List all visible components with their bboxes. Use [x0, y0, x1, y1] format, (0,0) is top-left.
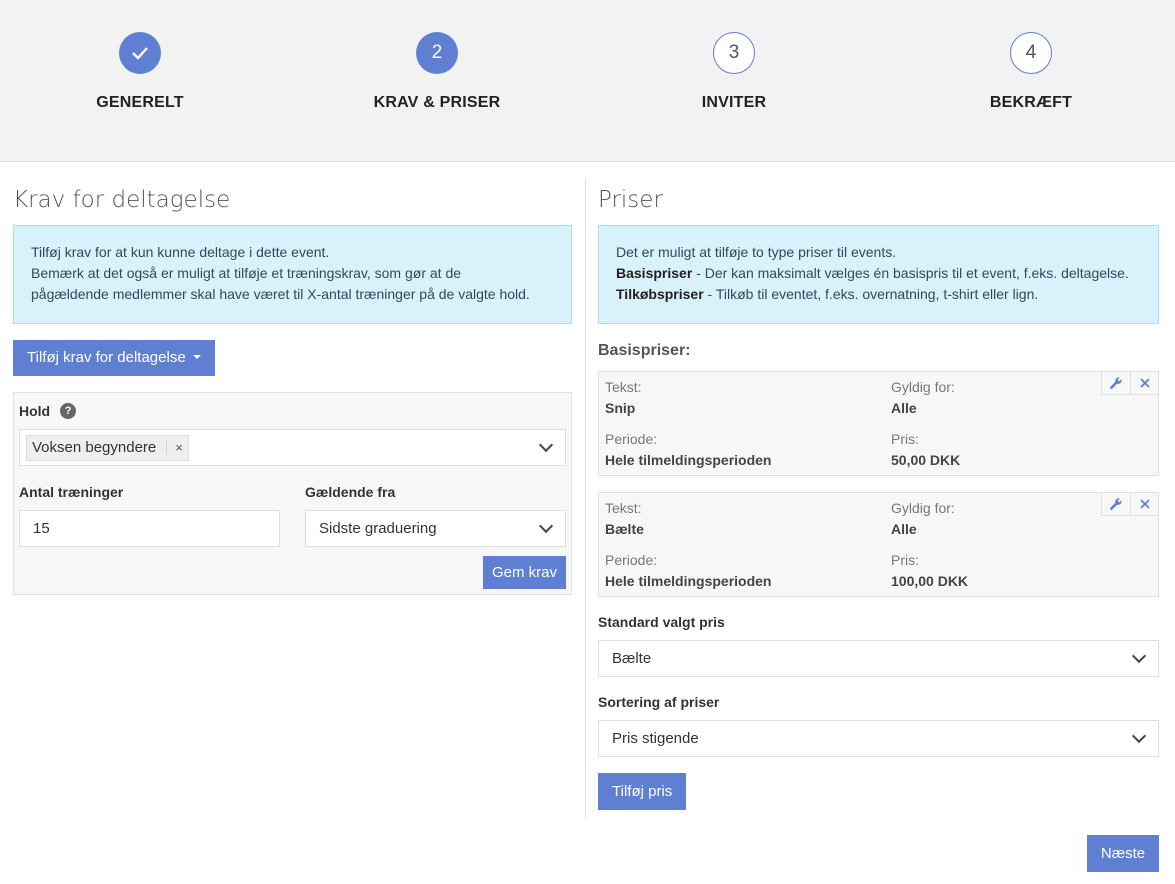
info-text: - Tilkøb til eventet, f.eks. overnatning…: [703, 286, 1039, 302]
chevron-down-icon: [538, 437, 554, 453]
requirement-form: Hold ? Voksen begyndere × Antal træninge…: [13, 392, 572, 595]
period-label: Periode:: [605, 431, 658, 447]
wrench-icon[interactable]: [1102, 372, 1130, 394]
hold-tag-label: Voksen begyndere: [32, 439, 157, 456]
step-label: INVITER: [701, 94, 767, 111]
price-value: 100,00 DKK: [891, 573, 969, 589]
step-2-marker: 2: [416, 32, 458, 74]
hold-tag: Voksen begyndere ×: [26, 434, 189, 461]
price-card: Tekst: Bælte Gyldig for: Alle Periode: H…: [598, 492, 1159, 597]
price-value: 50,00 DKK: [891, 452, 961, 468]
info-text: - Der kan maksimalt vælges én basispris …: [692, 265, 1129, 281]
trainings-label: Antal træninger: [19, 484, 124, 500]
step-inviter[interactable]: 3 INVITER: [634, 32, 834, 112]
sort-prices-label: Sortering af priser: [598, 694, 720, 710]
add-requirement-label: Tilføj krav for deltagelse: [27, 349, 186, 366]
valid-from-select[interactable]: Sidste graduering: [305, 510, 566, 547]
close-icon[interactable]: [1130, 493, 1158, 515]
column-divider: [585, 178, 586, 818]
save-requirement-button[interactable]: Gem krav: [482, 556, 566, 589]
sort-prices-select[interactable]: Pris stigende: [598, 720, 1159, 757]
requirements-info-box: Tilføj krav for at kun kunne deltage i d…: [13, 225, 572, 324]
info-line: Bemærk at det også er muligt at tilføje …: [31, 265, 462, 281]
help-icon[interactable]: ?: [60, 403, 77, 419]
info-line: Det er muligt at tilføje to type priser …: [616, 244, 897, 260]
price-card: Tekst: Snip Gyldig for: Alle Periode: He…: [598, 371, 1159, 476]
text-value: Snip: [605, 400, 636, 416]
tag-remove-icon[interactable]: ×: [166, 440, 183, 455]
check-icon: [132, 47, 148, 60]
price-label: Pris:: [891, 431, 919, 447]
sort-prices-value: Pris stigende: [612, 730, 699, 747]
add-price-button[interactable]: Tilføj pris: [598, 773, 687, 810]
prices-info-box: Det er muligt at tilføje to type priser …: [598, 225, 1159, 324]
step-3-marker: 3: [713, 32, 755, 74]
step-bekraeft[interactable]: 4 BEKRÆFT: [931, 32, 1131, 112]
default-price-select[interactable]: Bælte: [598, 640, 1159, 677]
period-value: Hele tilmeldingsperioden: [605, 573, 772, 589]
info-bold: Basispriser: [616, 265, 693, 281]
step-1-marker: [119, 32, 161, 74]
info-line: Tilføj krav for at kun kunne deltage i d…: [31, 244, 330, 260]
default-price-label: Standard valgt pris: [598, 614, 725, 630]
valid-from-value: Sidste graduering: [319, 520, 437, 537]
base-prices-heading: Basispriser:: [598, 342, 691, 359]
text-label: Tekst:: [605, 379, 642, 395]
chevron-down-icon: [538, 518, 554, 534]
info-line: Tilkøbspriser - Tilkøb til eventet, f.ek…: [616, 284, 1141, 305]
caret-down-icon: [192, 355, 201, 359]
default-price-value: Bælte: [612, 650, 652, 667]
prices-section: Priser Det er muligt at tilføje to type …: [598, 185, 1159, 810]
prices-title: Priser: [598, 187, 663, 213]
step-krav-priser[interactable]: 2 KRAV & PRISER: [337, 32, 537, 112]
valid-from-label: Gældende fra: [305, 484, 396, 500]
price-label: Pris:: [891, 552, 919, 568]
chevron-down-icon: [1131, 648, 1147, 664]
close-icon[interactable]: [1130, 372, 1158, 394]
text-label: Tekst:: [605, 500, 642, 516]
step-label: GENERELT: [96, 94, 184, 111]
text-value: Bælte: [605, 521, 644, 537]
step-label: KRAV & PRISER: [373, 94, 501, 111]
step-generelt[interactable]: GENERELT: [40, 32, 240, 112]
period-label: Periode:: [605, 552, 658, 568]
card-actions: [1101, 493, 1158, 516]
hold-multiselect[interactable]: Voksen begyndere ×: [19, 429, 566, 466]
card-actions: [1101, 372, 1158, 395]
info-bold: Tilkøbspriser: [616, 286, 704, 302]
chevron-down-icon: [1131, 728, 1147, 744]
step-4-marker: 4: [1010, 32, 1052, 74]
requirements-title: Krav for deltagelse: [13, 187, 231, 213]
requirements-section: Krav for deltagelse Tilføj krav for at k…: [13, 185, 572, 595]
wrench-icon[interactable]: [1102, 493, 1130, 515]
info-line: pågældende medlemmer skal have været til…: [31, 286, 530, 302]
valid-for-label: Gyldig for:: [891, 500, 955, 516]
add-requirement-button[interactable]: Tilføj krav for deltagelse: [13, 340, 215, 376]
wizard-stepper: GENERELT 2 KRAV & PRISER 3 INVITER 4 BEK…: [0, 0, 1175, 162]
valid-for-label: Gyldig for:: [891, 379, 955, 395]
next-button[interactable]: Næste: [1087, 835, 1159, 872]
step-label: BEKRÆFT: [989, 94, 1073, 111]
valid-for-value: Alle: [891, 521, 917, 537]
hold-label: Hold: [19, 403, 51, 419]
period-value: Hele tilmeldingsperioden: [605, 452, 772, 468]
valid-for-value: Alle: [891, 400, 917, 416]
trainings-input[interactable]: 15: [19, 510, 280, 547]
info-line: Basispriser - Der kan maksimalt vælges é…: [616, 263, 1141, 284]
